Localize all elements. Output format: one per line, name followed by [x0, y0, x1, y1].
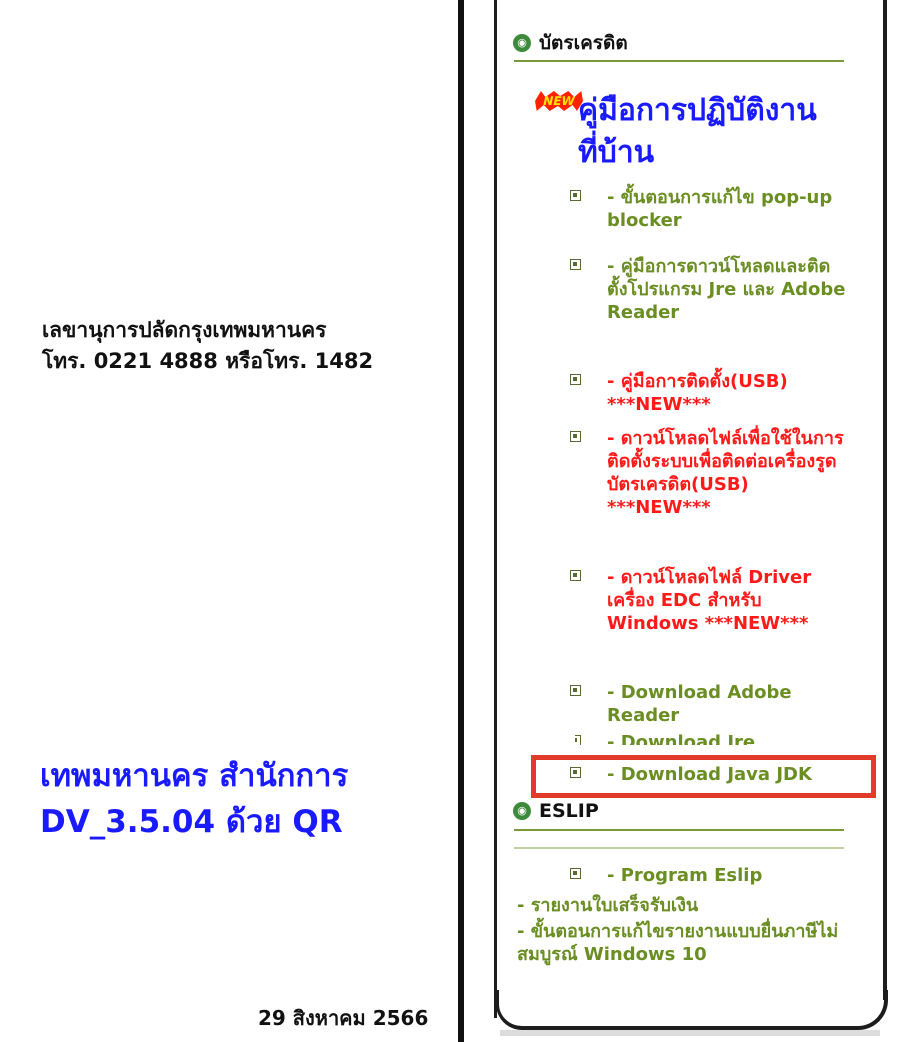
panel-border-left [494, 0, 497, 1018]
circle-icon: ◉ [513, 34, 531, 52]
credit-section-title: บัตรเครดิต [539, 32, 628, 54]
bullet-icon [570, 259, 581, 270]
manual-title[interactable]: คู่มือการปฏิบัติงานที่บ้าน [578, 90, 818, 174]
section-divider-secondary [514, 847, 844, 849]
panel-shadow [500, 1030, 880, 1036]
list-item-label[interactable]: - Program Eslip [575, 864, 850, 887]
list-item-popup-blocker[interactable]: - ขั้นตอนการแก้ไข pop-up blocker [570, 186, 850, 232]
list-item-download-jre[interactable]: - Download Jre [575, 731, 850, 745]
bullet-icon [570, 685, 581, 696]
bullet-icon [570, 868, 581, 879]
left-text-line-2: โทร. 0221 4888 หรือโทร. 1482 [42, 349, 374, 373]
list-item-label[interactable]: - ขั้นตอนการแก้ไข pop-up blocker [575, 186, 850, 232]
list-item-usb-manual[interactable]: - คู่มือการติดตั้ง(USB) ***NEW*** [570, 370, 850, 416]
section-divider [514, 829, 844, 831]
eslip-section-title: ESLIP [539, 800, 599, 822]
section-divider [514, 60, 844, 62]
headline-line-2[interactable]: DV_3.5.04 ด้วย QR [40, 800, 343, 844]
list-item-label[interactable]: - ดาวน์โหลดไฟล์ Driver เครื่อง EDC สำหรั… [575, 566, 850, 635]
eslip-link-receipt-report[interactable]: - รายงานใบเสร็จรับเงิน [517, 894, 847, 917]
list-item-download-adobe[interactable]: - Download Adobe Reader [570, 681, 850, 727]
eslip-section-header: ◉ ESLIP [513, 800, 599, 822]
headline-line-1[interactable]: เทพมหานคร สำนักการ [40, 754, 348, 798]
list-item-label[interactable]: - Download Adobe Reader [575, 681, 850, 727]
eslip-link-tax-fix[interactable]: - ขั้นตอนการแก้ไขรายงานแบบยื่นภาษีไม่สมบ… [517, 920, 847, 966]
credit-section-header: ◉ บัตรเครดิต [513, 28, 628, 58]
list-item-jre-adobe-manual[interactable]: - คู่มือการดาวน์โหลดและติดตั้งโปรแกรม Jr… [570, 255, 850, 324]
bullet-icon [570, 374, 581, 385]
left-divider [458, 0, 464, 1042]
panel-border-right [883, 0, 887, 1000]
list-item-program-eslip[interactable]: - Program Eslip [570, 864, 850, 887]
list-item-label[interactable]: - ดาวน์โหลดไฟล์เพื่อใช้ในการติดตั้งระบบเ… [575, 427, 850, 519]
list-item-edc-driver[interactable]: - ดาวน์โหลดไฟล์ Driver เครื่อง EDC สำหรั… [570, 566, 850, 635]
circle-icon: ◉ [513, 802, 531, 820]
list-item-label[interactable]: - คู่มือการดาวน์โหลดและติดตั้งโปรแกรม Jr… [575, 255, 850, 324]
panel-bottom-edge [496, 990, 888, 1030]
date-label: 29 สิงหาคม 2566 [258, 1006, 429, 1030]
bullet-icon [570, 570, 581, 581]
list-item-usb-download[interactable]: - ดาวน์โหลดไฟล์เพื่อใช้ในการติดตั้งระบบเ… [570, 427, 850, 519]
highlight-box [531, 755, 876, 798]
list-item-label[interactable]: - คู่มือการติดตั้ง(USB) ***NEW*** [575, 370, 850, 416]
list-item-label[interactable]: - Download Jre [575, 731, 850, 745]
bullet-icon [570, 190, 581, 201]
bullet-icon [575, 735, 581, 745]
bullet-icon [570, 431, 581, 442]
left-text-line-1: เลขานุการปลัดกรุงเทพมหานคร [42, 318, 327, 342]
